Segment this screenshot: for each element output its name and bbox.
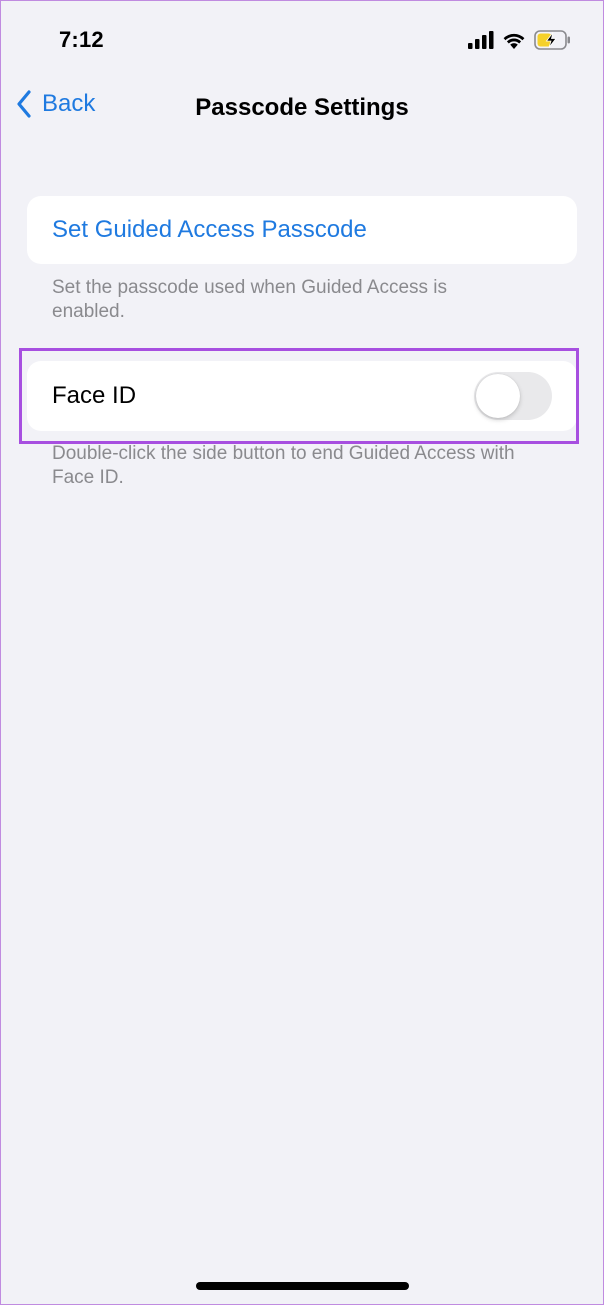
passcode-footnote: Set the passcode used when Guided Access… — [52, 277, 448, 322]
toggle-knob — [476, 374, 520, 418]
set-passcode-link[interactable]: Set Guided Access Passcode — [52, 216, 367, 244]
home-indicator[interactable] — [196, 1282, 409, 1290]
status-icons — [468, 30, 572, 50]
wifi-icon — [503, 33, 525, 49]
faceid-cell: Face ID — [27, 361, 577, 431]
battery-charging-icon — [534, 30, 570, 50]
set-passcode-cell[interactable]: Set Guided Access Passcode — [27, 196, 577, 264]
faceid-toggle[interactable] — [474, 372, 552, 420]
cellular-signal-icon — [468, 31, 494, 49]
faceid-footnote: Double-click the side button to end Guid… — [52, 443, 515, 488]
page-title: Passcode Settings — [195, 94, 409, 121]
faceid-label: Face ID — [52, 382, 137, 409]
status-time: 7:12 — [59, 27, 104, 52]
